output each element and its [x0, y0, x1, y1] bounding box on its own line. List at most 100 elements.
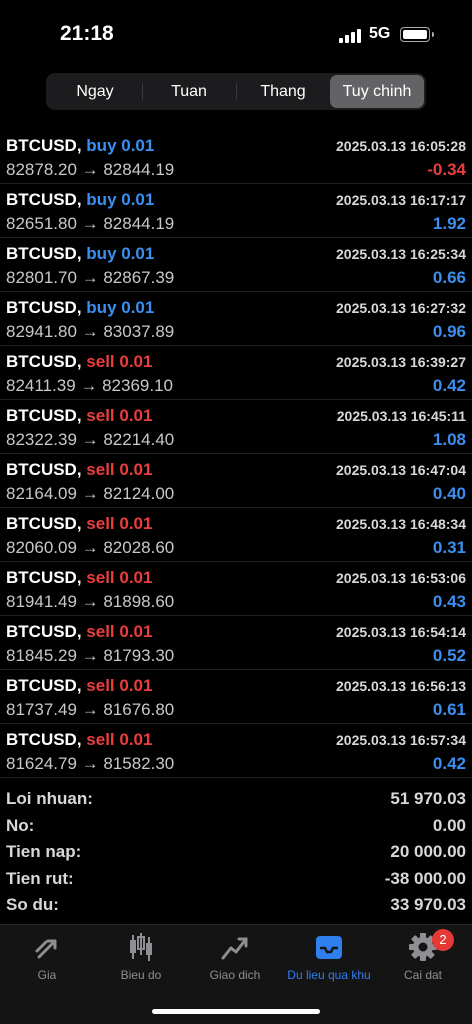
deal-action: sell 0.01 — [86, 514, 153, 533]
deal-prices: 82164.09 → 82124.00 — [6, 484, 175, 503]
deal-action: buy 0.01 — [86, 244, 155, 263]
deal-row[interactable]: BTCUSD, sell 0.01 2025.03.13 16:53:06 8194… — [0, 562, 472, 616]
deal-row[interactable]: BTCUSD, sell 0.01 2025.03.13 16:57:34 8162… — [0, 724, 472, 778]
tab-label: Gia — [37, 968, 57, 982]
deal-symbol: BTCUSD, sell 0.01 — [6, 730, 152, 750]
deal-prices: 82651.80 → 82844.19 — [6, 214, 175, 233]
tab-du-lieu-qua-khu[interactable]: Du lieu qua khu — [282, 931, 376, 987]
summary-label: Loi nhuan: — [6, 789, 93, 808]
deal-action: sell 0.01 — [86, 622, 153, 641]
deal-row[interactable]: BTCUSD, sell 0.01 2025.03.13 16:47:04 8216… — [0, 454, 472, 508]
tab-gia[interactable]: Gia — [0, 931, 94, 987]
deal-profit: 1.08 — [432, 430, 466, 449]
deal-row[interactable]: BTCUSD, sell 0.01 2025.03.13 16:45:11 8232… — [0, 400, 472, 454]
summary-value: 33 970.03 — [390, 895, 466, 915]
deal-row[interactable]: BTCUSD, buy 0.01 2025.03.13 16:27:32 82941… — [0, 292, 472, 346]
deal-action: sell 0.01 — [86, 676, 153, 695]
summary-label: So du: — [6, 895, 59, 915]
deal-prices: 82060.09 → 82028.60 — [6, 538, 175, 557]
deal-action: sell 0.01 — [86, 352, 153, 371]
deal-datetime: 2025.03.13 16:53:06 — [336, 570, 466, 586]
deal-prices: 82411.39 → 82369.10 — [6, 376, 173, 395]
symbol-text: BTCUSD, — [6, 514, 82, 533]
deal-symbol: BTCUSD, buy 0.01 — [6, 298, 154, 318]
deal-symbol: BTCUSD, sell 0.01 — [6, 514, 152, 534]
symbol-text: BTCUSD, — [6, 730, 82, 749]
summary-label: No: — [6, 815, 35, 835]
deal-row[interactable]: BTCUSD, sell 0.01 2025.03.13 16:54:14 8184… — [0, 616, 472, 670]
symbol-text: BTCUSD, — [6, 190, 82, 209]
cellular-signal-icon — [339, 29, 363, 43]
deal-datetime: 2025.03.13 16:27:32 — [336, 300, 466, 316]
deal-datetime: 2025.03.13 16:39:27 — [336, 354, 466, 370]
deal-datetime: 2025.03.13 16:05:28 — [336, 138, 466, 154]
deal-symbol: BTCUSD, sell 0.01 — [6, 352, 152, 372]
deal-symbol: BTCUSD, sell 0.01 — [6, 676, 152, 696]
deal-profit: 0.42 — [432, 376, 466, 395]
network-type: 5G — [369, 25, 391, 42]
trade-line-icon — [221, 937, 248, 960]
deal-action: sell 0.01 — [86, 460, 153, 479]
deal-symbol: BTCUSD, sell 0.01 — [6, 568, 152, 588]
tab-giao-dich[interactable]: Giao dich — [188, 931, 282, 987]
tab-label: Cai dat — [403, 968, 443, 982]
summary-value: 0.00 — [432, 815, 466, 835]
deal-row[interactable]: BTCUSD, sell 0.01 2025.03.13 16:39:27 8241… — [0, 346, 472, 400]
notification-badge: 2 — [432, 929, 454, 951]
deal-datetime: 2025.03.13 16:25:34 — [336, 246, 466, 262]
summary-row: Tien nap: 20 000.00 — [0, 839, 472, 866]
deal-datetime: 2025.03.13 16:17:17 — [336, 192, 466, 208]
tab-cai-dat[interactable]: 2 Cai dat — [376, 929, 470, 987]
deal-action: sell 0.01 — [86, 406, 153, 425]
tab-thang[interactable]: Thang — [236, 75, 330, 108]
deal-prices: 82878.20 → 82844.19 — [6, 160, 175, 179]
deal-row[interactable]: BTCUSD, sell 0.01 2025.03.13 16:48:34 8206… — [0, 508, 472, 562]
candlestick-chart-icon — [130, 933, 152, 961]
symbol-text: BTCUSD, — [6, 676, 82, 695]
summary-row: No: 0.00 — [0, 813, 472, 840]
symbol-text: BTCUSD, — [6, 244, 82, 263]
deal-datetime: 2025.03.13 16:57:34 — [336, 732, 466, 748]
deal-symbol: BTCUSD, buy 0.01 — [6, 190, 154, 210]
tab-label: Giao dich — [209, 968, 261, 982]
deal-row[interactable]: BTCUSD, sell 0.01 2025.03.13 16:56:13 8173… — [0, 670, 472, 724]
deal-prices: 81624.79 → 81582.30 — [6, 754, 175, 773]
summary-label: Tien rut: — [6, 868, 74, 888]
summary-row: So du: 33 970.03 — [0, 892, 472, 919]
tab-ngay[interactable]: Ngay — [48, 75, 142, 108]
symbol-text: BTCUSD, — [6, 622, 82, 641]
deal-action: buy 0.01 — [86, 298, 155, 317]
deal-profit: 1.92 — [432, 214, 466, 233]
deal-prices: 81941.49 → 81898.60 — [6, 592, 175, 611]
summary-row: Loi nhuan: 51 970.03 — [0, 786, 472, 813]
symbol-text: BTCUSD, — [6, 406, 82, 425]
deal-profit: 0.96 — [432, 322, 466, 341]
deal-prices: 81737.49 → 81676.80 — [6, 700, 175, 719]
summary-label: Tien nap: — [6, 842, 82, 862]
price-arrows-icon — [35, 939, 57, 959]
home-indicator — [152, 1009, 320, 1014]
summary-value: -38 000.00 — [384, 868, 466, 888]
deal-prices: 82801.70 → 82867.39 — [6, 268, 175, 287]
summary-value: 51 970.03 — [390, 789, 466, 808]
deal-datetime: 2025.03.13 16:54:14 — [336, 624, 466, 640]
tab-tuy-chinh[interactable]: Tuy chinh — [330, 75, 424, 108]
symbol-text: BTCUSD, — [6, 568, 82, 587]
deal-action: sell 0.01 — [86, 568, 153, 587]
tab-bieu-do[interactable]: Bieu do — [94, 931, 188, 987]
deal-row[interactable]: BTCUSD, buy 0.01 2025.03.13 16:25:34 82801… — [0, 238, 472, 292]
deal-list[interactable]: BTCUSD, buy 0.01 2025.03.13 16:05:28 82878… — [0, 116, 472, 784]
symbol-text: BTCUSD, — [6, 352, 82, 371]
deal-profit: 0.40 — [432, 484, 466, 503]
deal-profit: 0.52 — [432, 646, 466, 665]
summary-value: 20 000.00 — [390, 842, 466, 862]
status-time: 21:18 — [60, 22, 114, 45]
deal-row[interactable]: BTCUSD, buy 0.01 2025.03.13 16:17:17 82651… — [0, 184, 472, 238]
deal-symbol: BTCUSD, sell 0.01 — [6, 622, 152, 642]
deal-symbol: BTCUSD, buy 0.01 — [6, 136, 154, 156]
summary-panel: Loi nhuan: 51 970.03 No: 0.00 Tien nap: 20 00… — [0, 786, 472, 919]
deal-row[interactable]: BTCUSD, buy 0.01 2025.03.13 16:05:28 82878… — [0, 130, 472, 184]
deal-datetime: 2025.03.13 16:45:11 — [336, 408, 466, 424]
deal-action: sell 0.01 — [86, 730, 153, 749]
tab-tuan[interactable]: Tuan — [142, 75, 236, 108]
